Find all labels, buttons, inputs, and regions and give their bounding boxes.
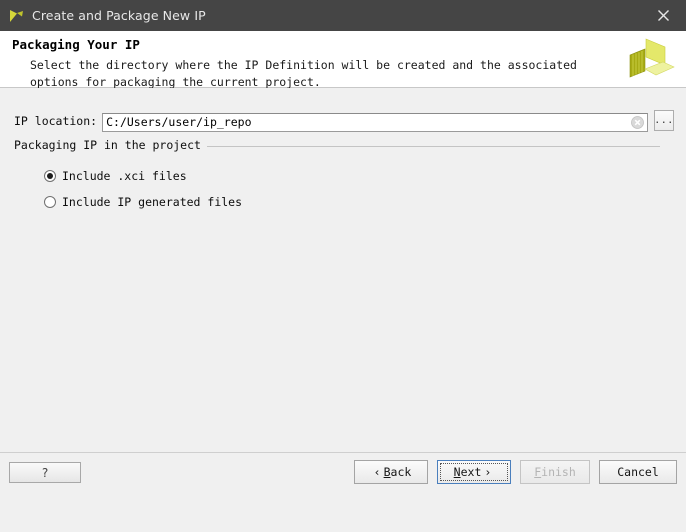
browse-button[interactable]: ... (654, 110, 674, 131)
xilinx-3d-logo-icon (618, 35, 676, 85)
ip-location-field-wrapper (102, 111, 648, 132)
radio-mark-icon (44, 170, 56, 182)
back-button[interactable]: ‹ Back (354, 460, 428, 484)
next-label: ext (460, 465, 482, 479)
radio-mark-icon (44, 196, 56, 208)
ip-location-row: IP location: ... (14, 110, 674, 132)
cancel-button[interactable]: Cancel (599, 460, 677, 484)
title-bar: Create and Package New IP (0, 0, 686, 31)
wizard-buttons: ‹ Back Next › Finish Cancel (345, 460, 677, 484)
chevron-left-icon: ‹ (373, 465, 381, 479)
ip-location-label: IP location: (14, 113, 98, 128)
dialog-content: IP location: ... Packaging IP in the pro… (0, 88, 686, 492)
dialog-footer: ? ‹ Back Next › Finish Cancel (0, 452, 686, 492)
clear-circle-icon[interactable] (631, 114, 644, 129)
page-title: Packaging Your IP (12, 37, 140, 52)
packaging-options-group: Packaging IP in the project Include .xci… (14, 138, 660, 215)
finish-mnemonic: F (534, 465, 542, 479)
ellipsis-icon: ... (654, 114, 674, 126)
radio-include-ip-generated-files[interactable]: Include IP generated files (44, 189, 660, 215)
packaging-radio-group: Include .xci files Include IP generated … (44, 163, 660, 215)
close-icon (657, 9, 670, 22)
close-button[interactable] (640, 0, 686, 31)
next-mnemonic: N (453, 465, 461, 479)
ip-location-input[interactable] (102, 112, 648, 132)
radio-include-xci-files[interactable]: Include .xci files (44, 163, 660, 189)
radio-label: Include .xci files (62, 169, 187, 183)
group-header: Packaging IP in the project (14, 138, 660, 152)
next-button[interactable]: Next › (437, 460, 511, 484)
create-and-package-new-ip-dialog: Create and Package New IP Packaging Your… (0, 0, 686, 532)
finish-label: inish (541, 465, 576, 479)
xilinx-logo-icon (7, 7, 25, 25)
page-description: Select the directory where the IP Defini… (30, 58, 577, 89)
chevron-right-icon: › (484, 465, 492, 479)
back-mnemonic: B (383, 465, 391, 479)
finish-button[interactable]: Finish (520, 460, 590, 484)
help-button[interactable]: ? (9, 462, 81, 483)
radio-label: Include IP generated files (62, 195, 243, 209)
group-divider (206, 145, 660, 147)
window-title: Create and Package New IP (32, 8, 206, 23)
back-label: ack (390, 465, 412, 479)
wizard-banner: Packaging Your IP Select the directory w… (0, 31, 686, 89)
group-title: Packaging IP in the project (14, 138, 201, 152)
